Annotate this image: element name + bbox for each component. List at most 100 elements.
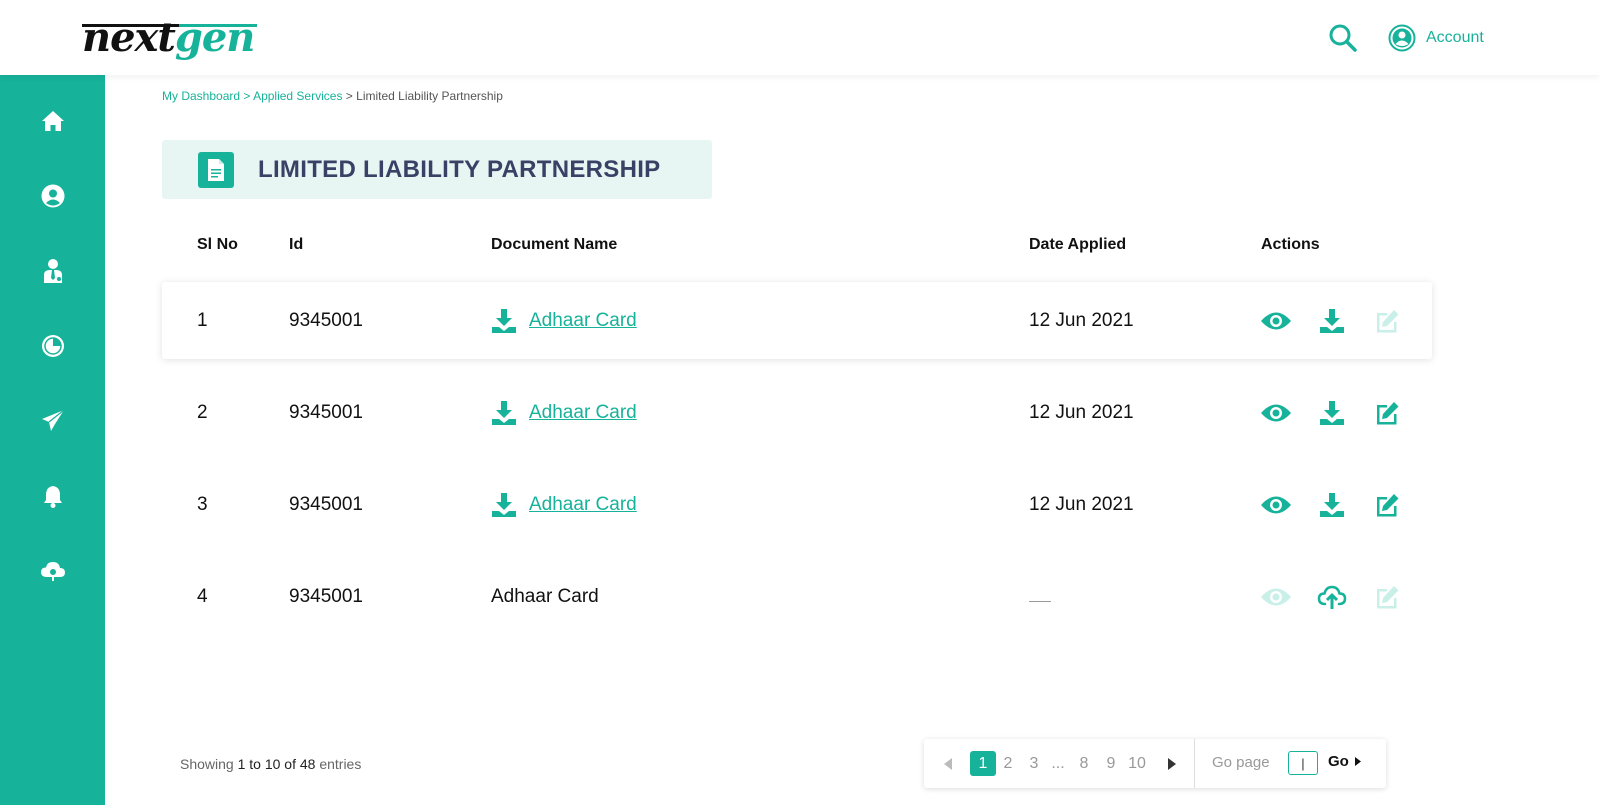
entries-range: 1 to 10 of 48: [237, 756, 316, 772]
person-tie-icon: [44, 259, 62, 283]
top-bar: nextgen Account: [0, 0, 1600, 75]
account-button[interactable]: Account: [1388, 22, 1484, 54]
page-title-card: LIMITED LIABILITY PARTNERSHIP: [162, 140, 712, 199]
table-row: 1 9345001 Adhaar Card 12 Jun 2021: [162, 282, 1432, 359]
cell-id: 9345001: [289, 309, 363, 331]
edit-icon: [1377, 586, 1399, 609]
cell-sl-no: 2: [197, 401, 208, 423]
download-button[interactable]: [1316, 398, 1348, 428]
document-link[interactable]: Adhaar Card: [529, 310, 637, 332]
page-button[interactable]: 8: [1076, 751, 1092, 776]
cell-document-name: Adhaar Card: [491, 466, 637, 543]
eye-icon: [1261, 312, 1291, 330]
cloud-icon: [41, 562, 65, 581]
bell-icon: [44, 486, 62, 508]
cell-date-applied: [1029, 558, 1051, 635]
cloud-upload-icon: [1317, 585, 1347, 609]
eye-icon: [1261, 404, 1291, 422]
page-button[interactable]: 3: [1026, 751, 1042, 776]
document-icon: [198, 151, 234, 188]
account-icon: [1388, 24, 1416, 52]
sidebar-item-cloud[interactable]: [40, 558, 66, 584]
download-icon[interactable]: [491, 400, 517, 426]
download-icon: [1320, 309, 1344, 333]
view-button[interactable]: [1260, 306, 1292, 336]
caret-left-icon: [944, 757, 952, 770]
cell-date-applied: 12 Jun 2021: [1029, 309, 1134, 331]
column-header-sl-no: Sl No: [197, 236, 238, 253]
sidebar-item-send[interactable]: [40, 408, 66, 434]
cell-id: 9345001: [289, 401, 363, 423]
table-row: 3 9345001 Adhaar Card 12 Jun 2021: [162, 466, 1432, 543]
breadcrumb-applied-services[interactable]: Applied Services: [253, 89, 342, 103]
page-button[interactable]: 2: [1000, 751, 1016, 776]
sidebar: [0, 75, 105, 805]
breadcrumb-current: Limited Liability Partnership: [356, 89, 503, 103]
nextgen-logo[interactable]: nextgen: [82, 10, 257, 66]
sidebar-item-profile[interactable]: [40, 183, 66, 209]
edit-icon: [1377, 310, 1399, 333]
sidebar-item-home[interactable]: [40, 108, 66, 134]
go-label: Go: [1328, 753, 1349, 770]
cell-document-name: Adhaar Card: [491, 374, 637, 451]
column-header-document-name: Document Name: [491, 236, 618, 253]
document-link[interactable]: Adhaar Card: [529, 402, 637, 424]
cell-sl-no: 1: [197, 309, 208, 331]
go-page-label: Go page: [1212, 754, 1270, 771]
cell-sl-no: 3: [197, 493, 208, 515]
sidebar-item-agent[interactable]: [40, 258, 66, 284]
download-button[interactable]: [1316, 306, 1348, 336]
column-header-id: Id: [289, 236, 304, 253]
paper-plane-icon: [42, 409, 65, 431]
user-circle-icon: [41, 184, 65, 208]
table-row: 4 9345001 Adhaar Card: [162, 558, 1432, 635]
download-button[interactable]: [1316, 490, 1348, 520]
go-button[interactable]: Go: [1328, 753, 1361, 770]
prev-page-button[interactable]: [940, 751, 956, 776]
edit-button[interactable]: [1371, 398, 1403, 428]
empty-date-dash: [1029, 601, 1051, 602]
pagination: 1 2 3 ... 8 9 10 Go page Go: [924, 739, 1386, 788]
download-icon: [1320, 401, 1344, 425]
view-button[interactable]: [1260, 582, 1292, 612]
cell-document-name: Adhaar Card: [491, 282, 637, 359]
search-icon: [1329, 24, 1357, 52]
pagination-divider: [1194, 739, 1195, 788]
view-button[interactable]: [1260, 398, 1292, 428]
page-button[interactable]: 9: [1103, 751, 1119, 776]
sidebar-item-reports[interactable]: [40, 333, 66, 359]
sidebar-item-notifications[interactable]: [40, 483, 66, 509]
download-icon[interactable]: [491, 492, 517, 518]
eye-icon: [1261, 588, 1291, 606]
cell-date-applied: 12 Jun 2021: [1029, 493, 1134, 515]
search-button[interactable]: [1327, 22, 1359, 54]
edit-button[interactable]: [1371, 490, 1403, 520]
edit-button[interactable]: [1371, 306, 1403, 336]
cell-id: 9345001: [289, 585, 363, 607]
upload-button[interactable]: [1316, 582, 1348, 612]
view-button[interactable]: [1260, 490, 1292, 520]
edit-icon: [1377, 494, 1399, 517]
go-page-input[interactable]: [1288, 751, 1318, 775]
caret-right-icon: [1168, 757, 1176, 770]
page-button[interactable]: 1: [970, 751, 996, 776]
breadcrumb-separator: >: [342, 89, 357, 103]
logo-text-next: next: [82, 14, 176, 61]
page-button[interactable]: 10: [1125, 751, 1149, 776]
page-ellipsis: ...: [1051, 754, 1065, 772]
column-header-actions: Actions: [1261, 236, 1320, 253]
breadcrumb-dashboard[interactable]: My Dashboard: [162, 89, 240, 103]
document-link[interactable]: Adhaar Card: [529, 494, 637, 516]
download-icon[interactable]: [491, 308, 517, 334]
download-icon: [1320, 493, 1344, 517]
cell-id: 9345001: [289, 493, 363, 515]
column-header-date-applied: Date Applied: [1029, 236, 1127, 253]
home-icon: [42, 111, 64, 131]
logo-text-gen: gen: [174, 14, 255, 61]
edit-button[interactable]: [1371, 582, 1403, 612]
page-title: LIMITED LIABILITY PARTNERSHIP: [258, 155, 661, 183]
cell-sl-no: 4: [197, 585, 208, 607]
logo-bar-accent: [179, 24, 257, 27]
next-page-button[interactable]: [1164, 751, 1180, 776]
breadcrumb-separator: >: [240, 89, 254, 103]
